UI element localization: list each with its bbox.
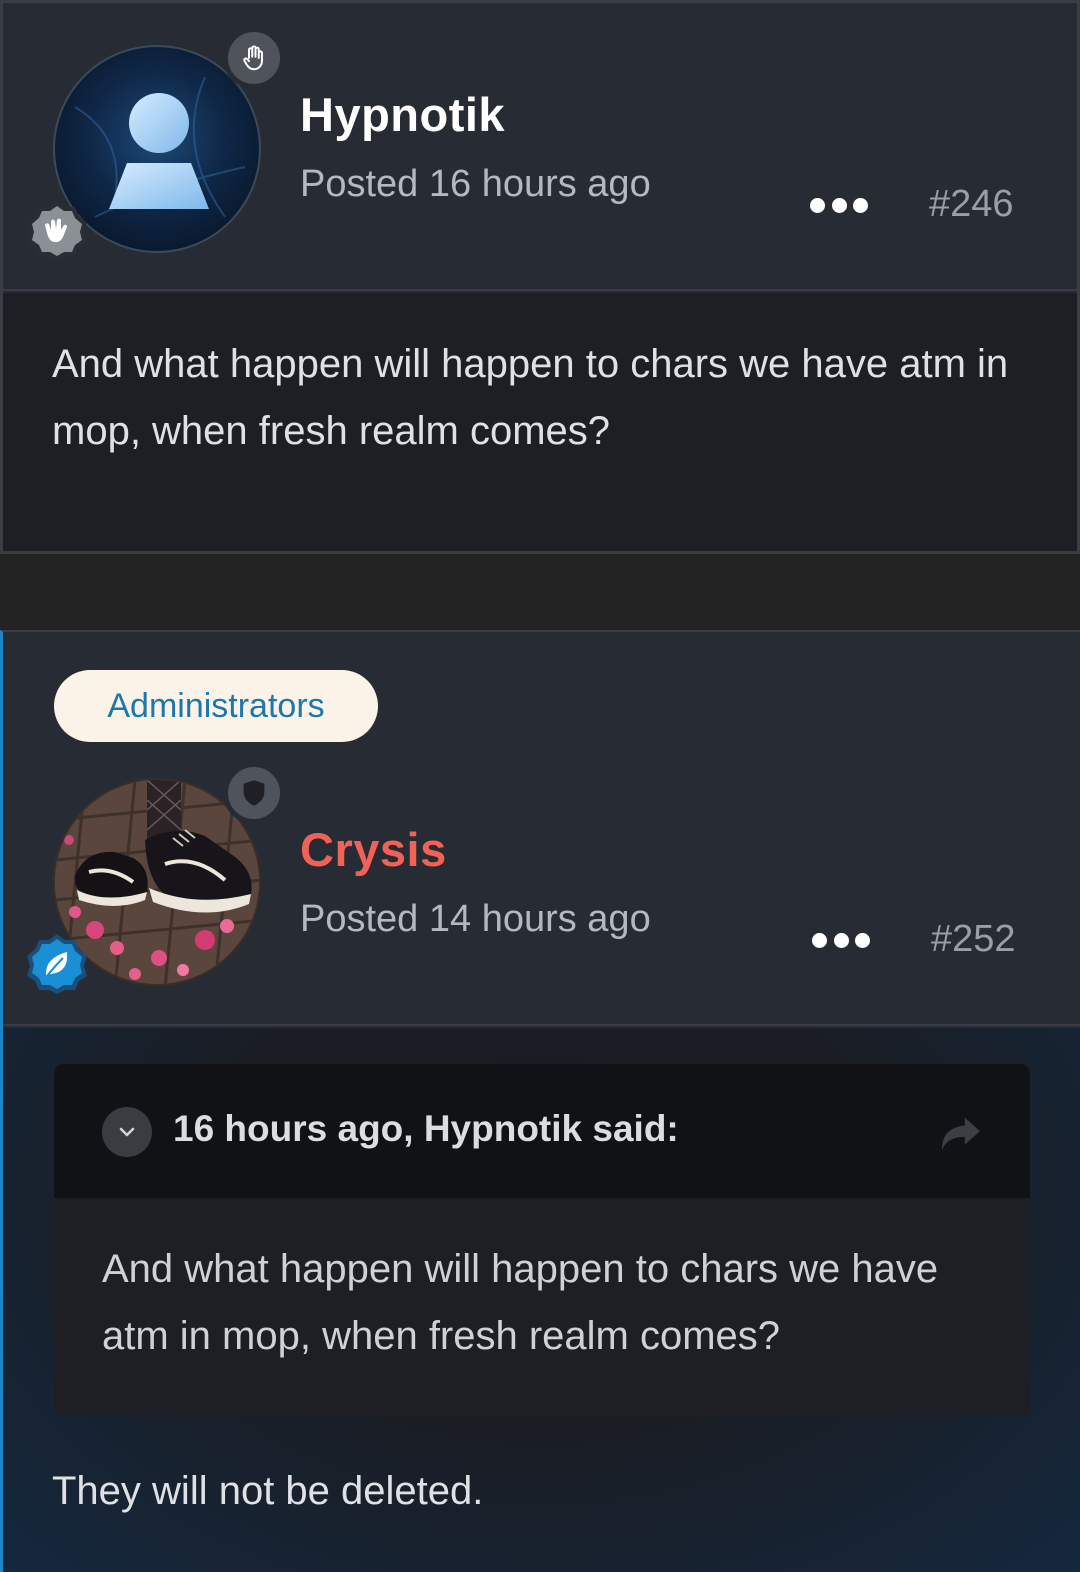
rank-badge[interactable] <box>223 27 285 89</box>
group-badge: Administrators <box>54 670 378 742</box>
share-arrow-icon <box>941 1117 981 1151</box>
quote-text: And what happen will happen to chars we … <box>102 1247 939 1358</box>
post-separator <box>0 554 1080 630</box>
post-content: 16 hours ago, Hypnotik said: And what ha… <box>3 1028 1080 1572</box>
post-number-link[interactable]: #246 <box>929 183 1014 226</box>
quote-collapse-toggle[interactable] <box>102 1107 152 1157</box>
post-content: And what happen will happen to chars we … <box>3 293 1077 551</box>
more-options-icon[interactable] <box>812 930 870 950</box>
quote-block: 16 hours ago, Hypnotik said: And what ha… <box>54 1064 1030 1416</box>
post-252: Administrators Crysis Posted 14 hours ag… <box>0 630 1080 1572</box>
quote-header: 16 hours ago, Hypnotik said: <box>54 1064 1030 1198</box>
quote-source-link[interactable] <box>938 1112 984 1154</box>
wave-hand-icon <box>27 201 87 261</box>
shield-icon <box>243 780 265 806</box>
post-timestamp[interactable]: Posted 16 hours ago <box>300 163 651 206</box>
post-246: Hypnotik Posted 16 hours ago #246 And wh… <box>0 0 1080 554</box>
author-name[interactable]: Hypnotik <box>300 87 505 142</box>
achievement-badge[interactable] <box>25 199 89 263</box>
more-options-icon[interactable] <box>810 195 868 215</box>
author-name[interactable]: Crysis <box>300 822 447 877</box>
post-body-text: And what happen will happen to chars we … <box>52 342 1009 453</box>
achievement-badge[interactable] <box>25 932 89 996</box>
chevron-down-icon <box>119 1127 135 1137</box>
quote-citation: 16 hours ago, Hypnotik said: <box>173 1108 679 1149</box>
post-number-link[interactable]: #252 <box>931 918 1016 961</box>
post-body-text: They will not be deleted. <box>52 1469 484 1513</box>
post-header: Administrators Crysis Posted 14 hours ag… <box>3 632 1080 1026</box>
leaf-icon <box>27 934 87 994</box>
hand-icon <box>243 45 263 71</box>
post-header: Hypnotik Posted 16 hours ago #246 <box>3 3 1077 291</box>
post-timestamp[interactable]: Posted 14 hours ago <box>300 898 651 941</box>
rank-badge[interactable] <box>223 762 285 824</box>
